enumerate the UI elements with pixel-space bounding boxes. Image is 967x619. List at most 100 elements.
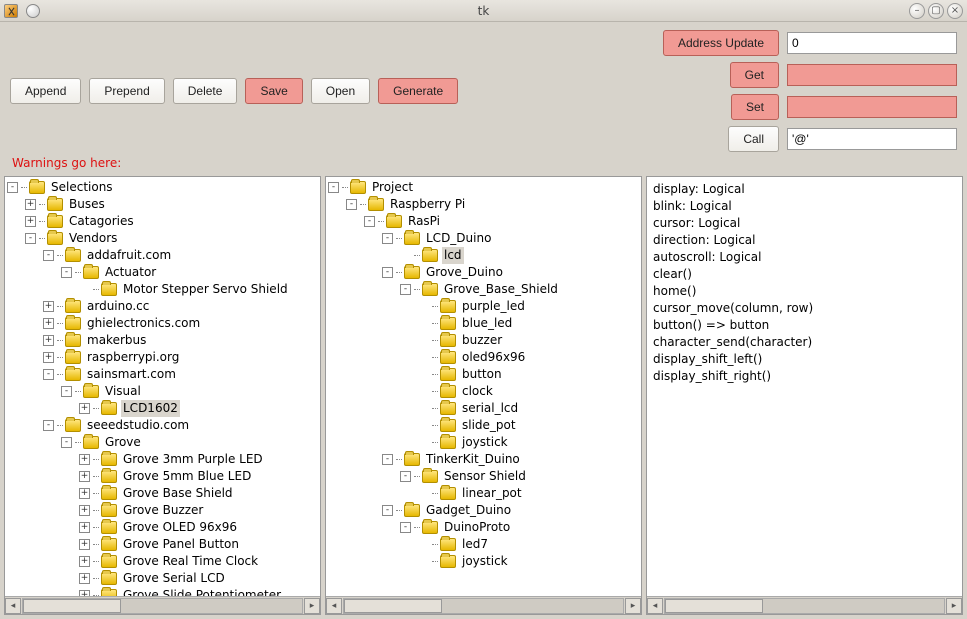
tree-node[interactable]: -sainsmart.com xyxy=(7,366,318,383)
tree-node[interactable]: + Grove Panel Button xyxy=(7,536,318,553)
tree-label[interactable]: button xyxy=(460,366,504,383)
save-button[interactable]: Save xyxy=(245,78,302,104)
tree-label[interactable]: Gadget_Duino xyxy=(424,502,513,519)
tree-label[interactable]: Grove Real Time Clock xyxy=(121,553,260,570)
tree-node[interactable]: -Raspberry Pi xyxy=(328,196,639,213)
tree-label[interactable]: Catagories xyxy=(67,213,136,230)
tree-node[interactable]: +LCD1602 xyxy=(7,400,318,417)
tree-node[interactable]: + Grove 5mm Blue LED xyxy=(7,468,318,485)
collapse-icon[interactable]: - xyxy=(328,182,339,193)
tree-label[interactable]: Grove_Duino xyxy=(424,264,505,281)
scroll-left-icon[interactable]: ◂ xyxy=(326,598,342,614)
expand-icon[interactable]: + xyxy=(43,335,54,346)
property-item[interactable]: display: Logical xyxy=(653,181,956,198)
tree-node[interactable]: -addafruit.com xyxy=(7,247,318,264)
tree-node[interactable]: blue_led xyxy=(328,315,639,332)
tree-label[interactable]: Selections xyxy=(49,179,115,196)
tree-label[interactable]: ghielectronics.com xyxy=(85,315,202,332)
tree-label[interactable]: addafruit.com xyxy=(85,247,173,264)
property-item[interactable]: cursor: Logical xyxy=(653,215,956,232)
tree-label[interactable]: Grove Panel Button xyxy=(121,536,241,553)
hscrollbar[interactable]: ◂ ▸ xyxy=(326,596,641,614)
tree-label[interactable]: LCD_Duino xyxy=(424,230,493,247)
tree-label[interactable]: serial_lcd xyxy=(460,400,520,417)
collapse-icon[interactable]: - xyxy=(400,284,411,295)
tree-node[interactable]: joystick xyxy=(328,434,639,451)
scroll-left-icon[interactable]: ◂ xyxy=(647,598,663,614)
tree-label[interactable]: joystick xyxy=(460,434,510,451)
hscrollbar[interactable]: ◂ ▸ xyxy=(5,596,320,614)
expand-icon[interactable]: + xyxy=(79,539,90,550)
collapse-icon[interactable]: - xyxy=(25,233,36,244)
tree-node[interactable]: lcd xyxy=(328,247,639,264)
expand-icon[interactable]: + xyxy=(25,216,36,227)
tree-node[interactable]: - Project xyxy=(328,179,639,196)
tree-label[interactable]: Grove Buzzer xyxy=(121,502,205,519)
property-item[interactable]: display_shift_left() xyxy=(653,351,956,368)
tree-label[interactable]: Raspberry Pi xyxy=(388,196,467,213)
tree-node[interactable]: + Grove Real Time Clock xyxy=(7,553,318,570)
property-item[interactable]: home() xyxy=(653,283,956,300)
tree-label[interactable]: Project xyxy=(370,179,415,196)
property-item[interactable]: autoscroll: Logical xyxy=(653,249,956,266)
tree-node[interactable]: Motor Stepper Servo Shield xyxy=(7,281,318,298)
property-item[interactable]: direction: Logical xyxy=(653,232,956,249)
tree-node[interactable]: +Grove Buzzer xyxy=(7,502,318,519)
tree-label[interactable]: sainsmart.com xyxy=(85,366,178,383)
collapse-icon[interactable]: - xyxy=(61,386,72,397)
prepend-button[interactable]: Prepend xyxy=(89,78,164,104)
tree-node[interactable]: +Grove Base Shield xyxy=(7,485,318,502)
tree-node[interactable]: serial_lcd xyxy=(328,400,639,417)
tree-label[interactable]: arduino.cc xyxy=(85,298,151,315)
expand-icon[interactable]: + xyxy=(79,488,90,499)
tree-node[interactable]: - seeedstudio.com xyxy=(7,417,318,434)
tree-node[interactable]: slide_pot xyxy=(328,417,639,434)
property-item[interactable]: clear() xyxy=(653,266,956,283)
tree-node[interactable]: -Grove_Duino xyxy=(328,264,639,281)
tree-label[interactable]: slide_pot xyxy=(460,417,518,434)
scroll-left-icon[interactable]: ◂ xyxy=(5,598,21,614)
tree-label[interactable]: joystick xyxy=(460,553,510,570)
tree-node[interactable]: led7 xyxy=(328,536,639,553)
expand-icon[interactable]: + xyxy=(79,454,90,465)
tree-label[interactable]: Grove_Base_Shield xyxy=(442,281,560,298)
collapse-icon[interactable]: - xyxy=(7,182,18,193)
tree-label[interactable]: Grove Serial LCD xyxy=(121,570,227,587)
tree-node[interactable]: -Grove xyxy=(7,434,318,451)
expand-icon[interactable]: + xyxy=(79,522,90,533)
tree-node[interactable]: joystick xyxy=(328,553,639,570)
tree-node[interactable]: - LCD_Duino xyxy=(328,230,639,247)
collapse-icon[interactable]: - xyxy=(43,420,54,431)
tree-node[interactable]: +Grove 3mm Purple LED xyxy=(7,451,318,468)
collapse-icon[interactable]: - xyxy=(400,471,411,482)
tree-label[interactable]: DuinoProto xyxy=(442,519,512,536)
tree-label[interactable]: Buses xyxy=(67,196,107,213)
property-item[interactable]: display_shift_right() xyxy=(653,368,956,385)
get-button[interactable]: Get xyxy=(730,62,779,88)
expand-icon[interactable]: + xyxy=(43,301,54,312)
delete-button[interactable]: Delete xyxy=(173,78,238,104)
tree-node[interactable]: - TinkerKit_Duino xyxy=(328,451,639,468)
expand-icon[interactable]: + xyxy=(79,471,90,482)
tree-node[interactable]: -Gadget_Duino xyxy=(328,502,639,519)
tree-node[interactable]: +ghielectronics.com xyxy=(7,315,318,332)
property-item[interactable]: character_send(character) xyxy=(653,334,956,351)
tree-label[interactable]: TinkerKit_Duino xyxy=(424,451,522,468)
tree-label[interactable]: seeedstudio.com xyxy=(85,417,191,434)
tree-node[interactable]: -Actuator xyxy=(7,264,318,281)
collapse-icon[interactable]: - xyxy=(382,233,393,244)
scroll-right-icon[interactable]: ▸ xyxy=(946,598,962,614)
tree-label[interactable]: Visual xyxy=(103,383,143,400)
tree-node[interactable]: +Buses xyxy=(7,196,318,213)
expand-icon[interactable]: + xyxy=(43,352,54,363)
expand-icon[interactable]: + xyxy=(79,556,90,567)
tree-label[interactable]: oled96x96 xyxy=(460,349,527,366)
collapse-icon[interactable]: - xyxy=(364,216,375,227)
tree-label[interactable]: Grove xyxy=(103,434,143,451)
tree-label[interactable]: Grove 5mm Blue LED xyxy=(121,468,253,485)
collapse-icon[interactable]: - xyxy=(382,454,393,465)
tree-node[interactable]: clock xyxy=(328,383,639,400)
hscrollbar[interactable]: ◂ ▸ xyxy=(647,596,962,614)
tree-label[interactable]: linear_pot xyxy=(460,485,524,502)
minimize-button[interactable]: – xyxy=(909,3,925,19)
